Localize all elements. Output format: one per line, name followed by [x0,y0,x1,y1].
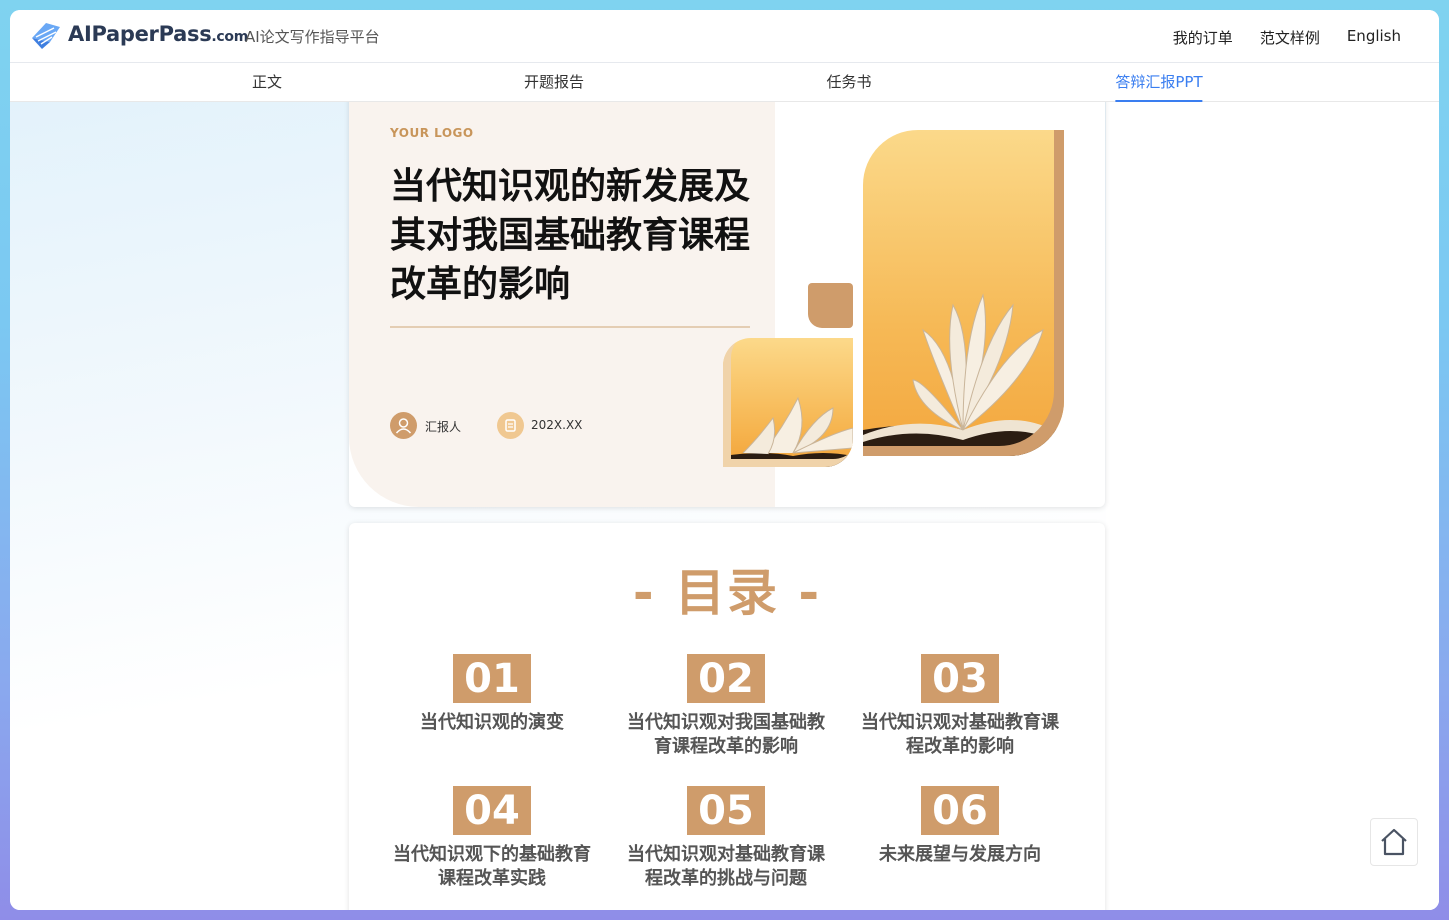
contents-item: 04 当代知识观下的基础教育课程改革实践 [392,786,592,891]
contents-item: 06 未来展望与发展方向 [860,786,1060,867]
contents-item-number: 03 [921,654,999,703]
right-background [1106,102,1439,910]
samples-link[interactable]: 范文样例 [1260,27,1320,48]
brand-name[interactable]: AIPaperPass.com [68,22,248,46]
brand-domain: .com [211,29,249,45]
contents-item-text: 当代知识观对基础教育课程改革的影响 [861,712,1059,757]
contents-item-text: 未来展望与发展方向 [879,844,1041,865]
contents-item-text: 当代知识观的演变 [420,712,564,733]
slide-title: 当代知识观的新发展及其对我国基础教育课程改革的影响 [390,166,751,305]
feather-logo-icon[interactable] [28,18,64,54]
tab-main-text[interactable]: 正文 [252,71,282,92]
home-icon [1381,828,1407,856]
contents-item: 02 当代知识观对我国基础教育课程改革的影响 [626,654,826,759]
slide-cover: YOUR LOGO 当代知识观的新发展及其对我国基础教育课程改革的影响 汇报人 … [349,102,1105,507]
my-orders-link[interactable]: 我的订单 [1173,27,1233,48]
accent-square [808,283,853,328]
contents-item-text: 当代知识观下的基础教育课程改革实践 [393,844,591,889]
book-image-large-frame [863,130,1064,456]
contents-title: - 目录 - [632,564,822,622]
report-date: 202X.XX [531,418,583,432]
brand-text: AIPaperPass [68,22,212,46]
contents-item-number: 04 [453,786,531,835]
tab-assignment[interactable]: 任务书 [826,71,871,92]
top-nav: 我的订单 范文样例 English [1173,27,1401,48]
contents-item: 01 当代知识观的演变 [392,654,592,735]
tab-defense-ppt[interactable]: 答辩汇报PPT [1115,71,1203,102]
doc-tabs: 正文 开题报告 任务书 答辩汇报PPT [10,63,1439,102]
brand-slogan: AI论文写作指导平台 [245,28,380,46]
back-to-home-button[interactable] [1370,818,1418,866]
top-bar: AIPaperPass.com AI论文写作指导平台 我的订单 范文样例 Eng… [10,10,1439,63]
contents-item-number: 06 [921,786,999,835]
reporter-label: 汇报人 [425,420,462,434]
app-window: AIPaperPass.com AI论文写作指导平台 我的订单 范文样例 Eng… [10,10,1439,910]
slide-logo-text: YOUR LOGO [390,126,474,140]
calendar-icon [497,412,524,439]
tab-proposal[interactable]: 开题报告 [524,71,584,92]
contents-item-text: 当代知识观对我国基础教育课程改革的影响 [627,712,825,757]
user-icon [390,412,417,439]
contents-item-number: 01 [453,654,531,703]
contents-item-number: 05 [687,786,765,835]
contents-item-number: 02 [687,654,765,703]
contents-item: 03 当代知识观对基础教育课程改革的影响 [860,654,1060,759]
contents-item: 05 当代知识观对基础教育课程改革的挑战与问题 [626,786,826,891]
book-image-small-frame [723,338,853,467]
ppt-preview-area[interactable]: YOUR LOGO 当代知识观的新发展及其对我国基础教育课程改革的影响 汇报人 … [10,102,1439,910]
title-divider [390,326,750,328]
slide-contents: - 目录 - 01 当代知识观的演变 02 当代知识观对我国基础教育课程改革的影… [349,523,1105,910]
language-switch[interactable]: English [1347,27,1401,48]
contents-item-text: 当代知识观对基础教育课程改革的挑战与问题 [627,844,825,889]
